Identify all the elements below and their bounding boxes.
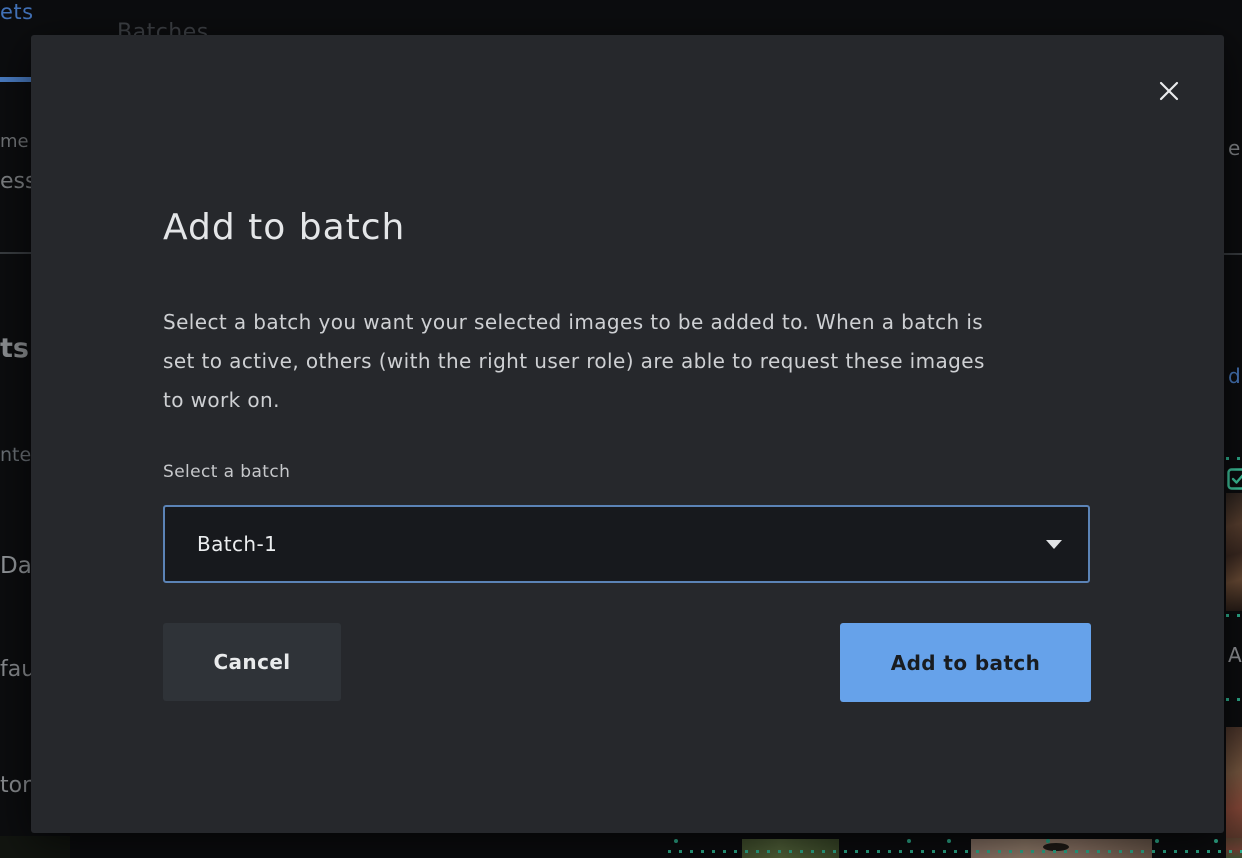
description-line: to work on.: [163, 381, 985, 420]
active-tab-underline: [0, 77, 31, 82]
image-thumbnail[interactable]: [742, 839, 839, 858]
bg-text-fragment: e: [1228, 136, 1240, 160]
description-line: set to active, others (with the right us…: [163, 342, 985, 381]
selection-dot: [1155, 839, 1159, 843]
close-icon[interactable]: [1149, 71, 1189, 111]
bg-text-fragment: tor: [0, 773, 31, 798]
screen: { "background": { "top_tabs": ["ets", "B…: [0, 0, 1242, 858]
batch-select[interactable]: Batch-1: [163, 505, 1090, 583]
bg-text-fragment: ts: [0, 333, 29, 364]
selection-border-dots: [668, 850, 1242, 853]
bg-divider: [0, 252, 31, 254]
bg-link-fragment[interactable]: d: [1228, 364, 1241, 388]
bg-text-fragment: An: [1228, 643, 1242, 667]
image-thumbnail[interactable]: [1226, 838, 1242, 858]
select-batch-label: Select a batch: [163, 462, 290, 482]
selection-dot: [674, 839, 678, 843]
selection-dot: [1046, 839, 1050, 843]
bg-text-fragment: Da: [0, 553, 32, 579]
bg-text-fragment: fau: [0, 657, 35, 682]
bg-divider: [1224, 253, 1242, 255]
selection-border-dots: [1226, 457, 1242, 460]
cancel-button[interactable]: Cancel: [163, 623, 341, 701]
selection-border-dots: [1226, 698, 1242, 701]
batch-select-value: Batch-1: [165, 532, 277, 556]
selection-dot: [947, 839, 951, 843]
add-to-batch-dialog: Add to batch Select a batch you want you…: [31, 35, 1224, 833]
add-to-batch-button[interactable]: Add to batch: [840, 623, 1091, 702]
dialog-description: Select a batch you want your selected im…: [163, 303, 985, 420]
chevron-down-icon: [1046, 540, 1062, 549]
tab-datasets-fragment[interactable]: ets: [0, 0, 34, 24]
image-thumbnail[interactable]: [971, 839, 1152, 858]
bg-text-fragment: nte: [0, 444, 31, 466]
image-thumbnail[interactable]: [1226, 493, 1242, 611]
image-thumbnail[interactable]: [0, 836, 70, 858]
selection-border-dots: [1226, 614, 1242, 617]
selection-dot: [907, 839, 911, 843]
selection-dot: [1214, 839, 1218, 843]
description-line: Select a batch you want your selected im…: [163, 303, 985, 342]
dialog-title: Add to batch: [163, 207, 405, 248]
bg-text-fragment: me: [0, 131, 29, 152]
selected-checkbox-icon[interactable]: [1227, 468, 1242, 494]
